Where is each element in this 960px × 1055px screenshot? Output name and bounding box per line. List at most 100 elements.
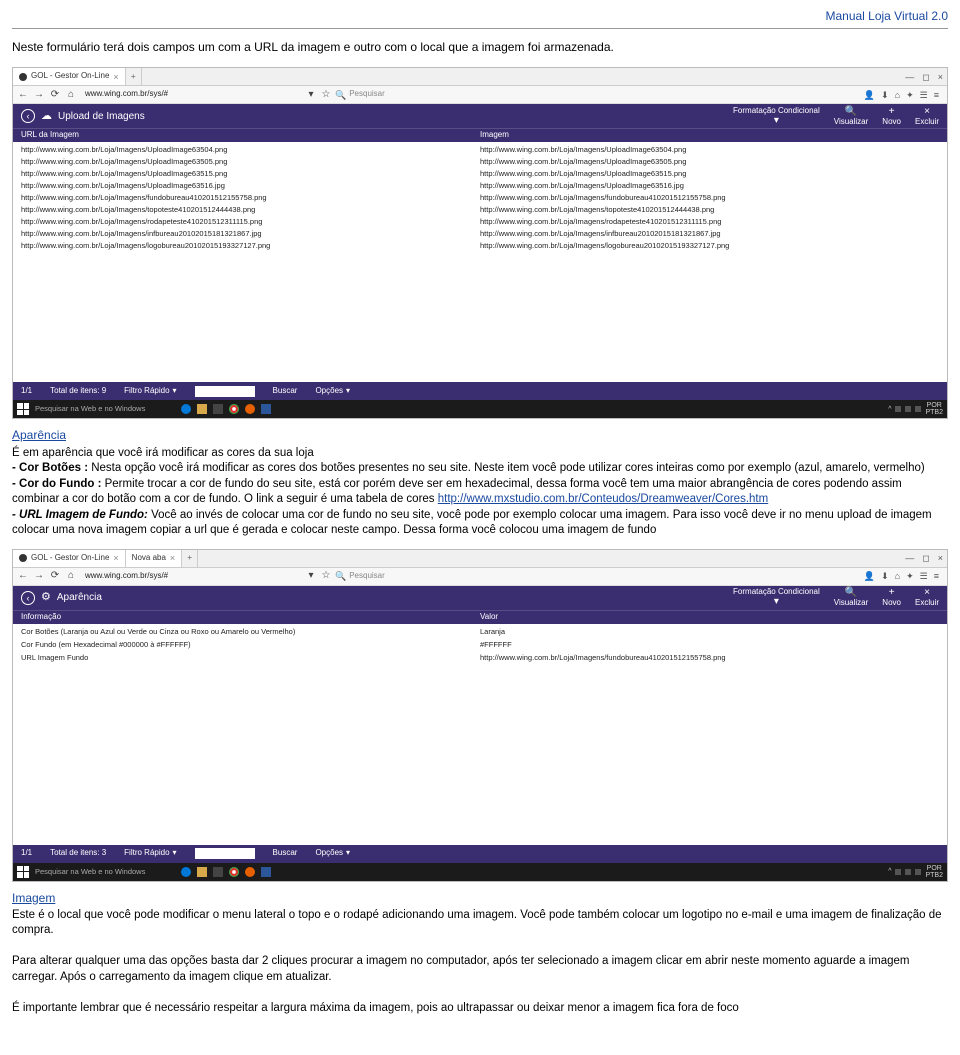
url-field[interactable]: www.wing.com.br/sys/# [81, 571, 301, 582]
tray-icon[interactable] [915, 406, 921, 412]
buscar-button[interactable]: Buscar [273, 386, 298, 397]
tray-icon[interactable] [905, 406, 911, 412]
excluir-button[interactable]: ×Excluir [915, 588, 939, 607]
browser-tab[interactable]: GOL - Gestor On-Line × [13, 550, 126, 567]
table-row[interactable]: http://www.wing.com.br/Loja/Imagens/Uplo… [21, 144, 939, 156]
search-box[interactable]: ▾ ☆ 🔍 Pesquisar [305, 569, 860, 583]
reload-icon[interactable]: ⟳ [49, 569, 61, 583]
tray-chevron-icon[interactable]: ^ [888, 405, 891, 414]
formatacao-button[interactable]: Formatação Condicional▾ [733, 107, 820, 126]
home-icon[interactable]: ⌂ [65, 569, 77, 583]
explorer-icon[interactable] [197, 867, 207, 877]
url-field[interactable]: www.wing.com.br/sys/# [81, 89, 301, 100]
new-tab-button[interactable]: + [182, 550, 198, 567]
firefox-icon[interactable] [245, 404, 255, 414]
tray-icon[interactable] [915, 869, 921, 875]
app-back-icon[interactable]: ‹ [21, 591, 35, 605]
edge-icon[interactable] [181, 404, 191, 414]
filter-input[interactable] [195, 848, 255, 859]
home2-icon[interactable]: ⌂ [895, 89, 900, 101]
table-row[interactable]: http://www.wing.com.br/Loja/Imagens/infb… [21, 228, 939, 240]
close-icon[interactable]: × [938, 552, 943, 564]
close-tab-icon[interactable]: × [113, 552, 118, 564]
star-icon[interactable]: ☆ [320, 88, 332, 102]
tray-lang[interactable]: POR PTB2 [925, 402, 943, 416]
filtro-rapido[interactable]: Filtro Rápido▾ [124, 386, 176, 397]
back-icon[interactable]: ← [17, 569, 29, 583]
bookmark-icon[interactable]: ☰ [920, 570, 928, 582]
tray-icon[interactable] [895, 406, 901, 412]
table-row[interactable]: http://www.wing.com.br/Loja/Imagens/Uplo… [21, 156, 939, 168]
download-icon[interactable]: ⬇ [881, 89, 889, 101]
search-box[interactable]: ▾ ☆ 🔍 Pesquisar [305, 88, 860, 102]
table-row[interactable]: http://www.wing.com.br/Loja/Imagens/logo… [21, 240, 939, 252]
close-tab-icon[interactable]: × [170, 552, 175, 564]
start-icon[interactable] [17, 403, 29, 415]
dropdown-icon[interactable]: ▾ [305, 569, 317, 583]
minimize-icon[interactable]: — [905, 552, 914, 564]
maximize-icon[interactable]: ◻ [922, 552, 929, 564]
firefox-icon[interactable] [245, 867, 255, 877]
cores-link[interactable]: http://www.mxstudio.com.br/Conteudos/Dre… [438, 493, 768, 505]
puzzle-icon[interactable]: ✦ [906, 89, 914, 101]
table-row[interactable]: Cor Botões (Laranja ou Azul ou Verde ou … [21, 626, 939, 639]
visualizar-button[interactable]: 🔍Visualizar [834, 588, 869, 607]
store-icon[interactable] [213, 867, 223, 877]
table-row[interactable]: URL Imagem Fundohttp://www.wing.com.br/L… [21, 652, 939, 665]
edge-icon[interactable] [181, 867, 191, 877]
opcoes-button[interactable]: Opções▾ [315, 386, 350, 397]
tray-icon[interactable] [895, 869, 901, 875]
store-icon[interactable] [213, 404, 223, 414]
browser-tab[interactable]: Nova aba × [126, 550, 183, 567]
puzzle-icon[interactable]: ✦ [906, 570, 914, 582]
table-row[interactable]: http://www.wing.com.br/Loja/Imagens/Uplo… [21, 180, 939, 192]
download-icon[interactable]: ⬇ [881, 570, 889, 582]
chrome-icon[interactable] [229, 404, 239, 414]
start-icon[interactable] [17, 866, 29, 878]
menu-icon[interactable]: ≡ [934, 89, 939, 101]
forward-icon[interactable]: → [33, 569, 45, 583]
app-back-icon[interactable]: ‹ [21, 109, 35, 123]
table-row[interactable]: http://www.wing.com.br/Loja/Imagens/Uplo… [21, 168, 939, 180]
novo-button[interactable]: +Novo [882, 107, 901, 126]
tab-bar: GOL - Gestor On-Line × + — ◻ × [13, 68, 947, 86]
account-icon[interactable]: 👤 [864, 570, 875, 582]
taskbar-search[interactable]: Pesquisar na Web e no Windows [35, 867, 175, 877]
minimize-icon[interactable]: — [905, 71, 914, 83]
close-tab-icon[interactable]: × [113, 71, 118, 83]
buscar-button[interactable]: Buscar [273, 848, 298, 859]
tray-icon[interactable] [905, 869, 911, 875]
reload-icon[interactable]: ⟳ [49, 88, 61, 102]
tray-chevron-icon[interactable]: ^ [888, 867, 891, 876]
browser-tab[interactable]: GOL - Gestor On-Line × [13, 68, 126, 85]
table-row[interactable]: http://www.wing.com.br/Loja/Imagens/fund… [21, 192, 939, 204]
table-row[interactable]: http://www.wing.com.br/Loja/Imagens/topo… [21, 204, 939, 216]
word-icon[interactable] [261, 404, 271, 414]
filtro-rapido[interactable]: Filtro Rápido▾ [124, 848, 176, 859]
excluir-button[interactable]: ×Excluir [915, 107, 939, 126]
back-icon[interactable]: ← [17, 88, 29, 102]
chrome-icon[interactable] [229, 867, 239, 877]
tray-lang[interactable]: POR PTB2 [925, 865, 943, 879]
close-icon[interactable]: × [938, 71, 943, 83]
word-icon[interactable] [261, 867, 271, 877]
forward-icon[interactable]: → [33, 88, 45, 102]
maximize-icon[interactable]: ◻ [922, 71, 929, 83]
bookmark-icon[interactable]: ☰ [920, 89, 928, 101]
menu-icon[interactable]: ≡ [934, 570, 939, 582]
home-icon[interactable]: ⌂ [65, 88, 77, 102]
table-row[interactable]: http://www.wing.com.br/Loja/Imagens/roda… [21, 216, 939, 228]
star-icon[interactable]: ☆ [320, 569, 332, 583]
table-row[interactable]: Cor Fundo (em Hexadecimal #000000 à #FFF… [21, 639, 939, 652]
home2-icon[interactable]: ⌂ [895, 570, 900, 582]
opcoes-button[interactable]: Opções▾ [315, 848, 350, 859]
taskbar-search[interactable]: Pesquisar na Web e no Windows [35, 404, 175, 414]
dropdown-icon[interactable]: ▾ [305, 88, 317, 102]
explorer-icon[interactable] [197, 404, 207, 414]
account-icon[interactable]: 👤 [864, 89, 875, 101]
visualizar-button[interactable]: 🔍Visualizar [834, 107, 869, 126]
formatacao-button[interactable]: Formatação Condicional▾ [733, 588, 820, 607]
filter-input[interactable] [195, 386, 255, 397]
novo-button[interactable]: +Novo [882, 588, 901, 607]
new-tab-button[interactable]: + [126, 68, 142, 85]
